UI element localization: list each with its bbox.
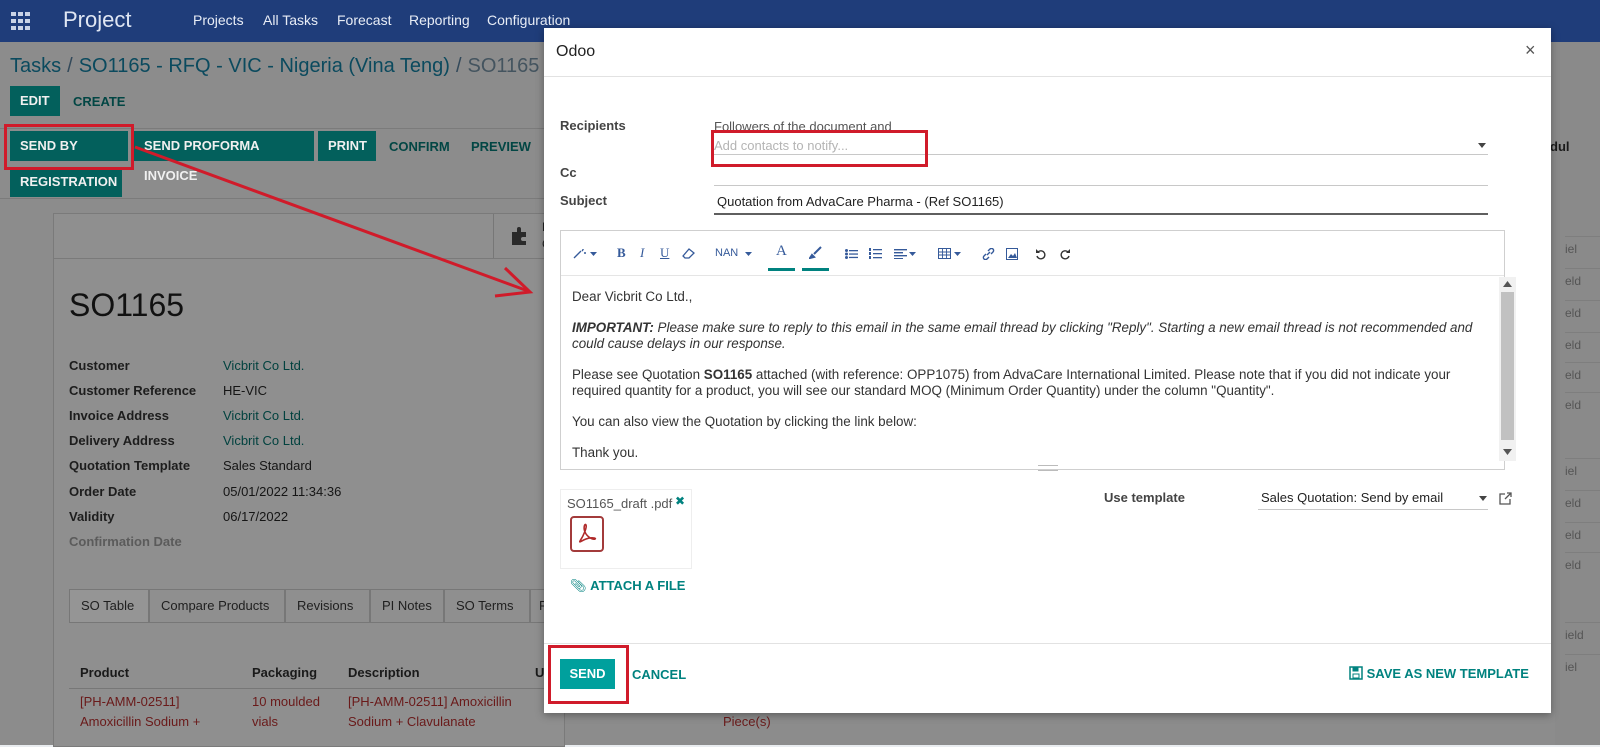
annotation-arrow: [134, 145, 534, 298]
